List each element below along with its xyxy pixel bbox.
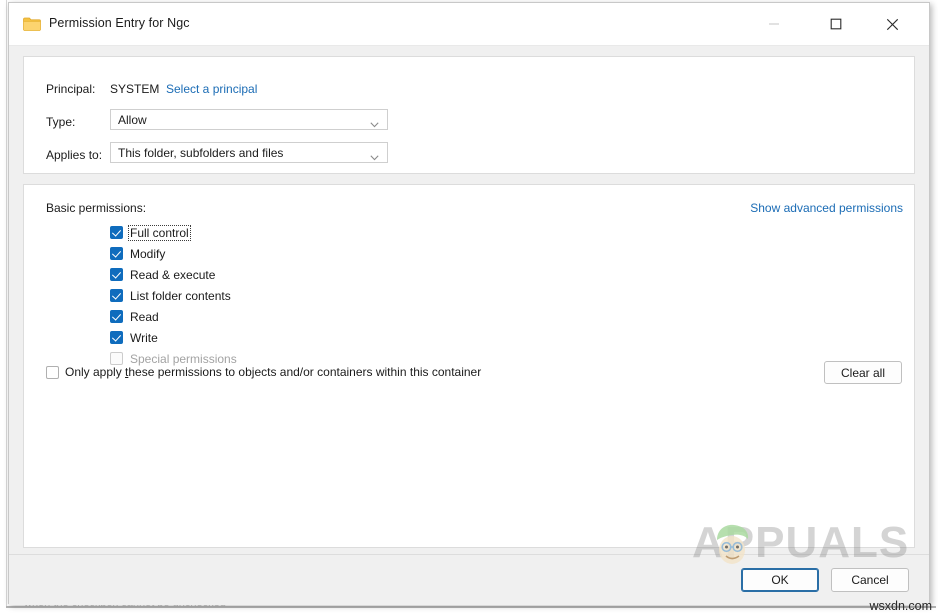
type-dropdown[interactable]: Allow <box>110 109 388 130</box>
applies-to-label: Applies to: <box>46 148 103 162</box>
permissions-list: Full control Modify Read & execute List fol… <box>110 222 238 369</box>
permission-checkbox[interactable] <box>110 289 123 302</box>
minimize-icon <box>769 23 779 25</box>
maximize-button[interactable] <box>813 3 859 45</box>
permission-row[interactable]: Write <box>110 327 238 348</box>
close-button[interactable] <box>869 3 915 45</box>
permission-row[interactable]: Full control <box>110 222 238 243</box>
permission-checkbox[interactable] <box>110 247 123 260</box>
permission-row[interactable]: List folder contents <box>110 285 238 306</box>
minimize-button[interactable] <box>751 3 797 45</box>
permission-label: List folder contents <box>130 288 231 303</box>
ok-button[interactable]: OK <box>741 568 819 592</box>
site-watermark: wsxdn.com <box>869 599 932 613</box>
only-apply-row[interactable]: Only apply these permissions to objects … <box>46 365 481 379</box>
dialog-body: Principal: SYSTEM Select a principal Typ… <box>9 46 929 554</box>
background-window-bottom-border <box>6 606 936 608</box>
permission-entry-dialog: Permission Entry for Ngc Principal: SYST… <box>8 2 930 605</box>
permission-checkbox <box>110 352 123 365</box>
permission-row[interactable]: Read <box>110 306 238 327</box>
principal-panel: Principal: SYSTEM Select a principal Typ… <box>23 56 915 174</box>
basic-permissions-label: Basic permissions: <box>46 201 147 215</box>
permission-checkbox[interactable] <box>110 226 123 239</box>
show-advanced-permissions-link[interactable]: Show advanced permissions <box>750 201 903 215</box>
permission-label: Special permissions <box>130 351 237 366</box>
chevron-down-icon <box>370 117 379 128</box>
applies-to-dropdown[interactable]: This folder, subfolders and files <box>110 142 388 163</box>
principal-value: SYSTEM <box>110 82 160 96</box>
principal-label: Principal: <box>46 82 96 96</box>
permission-checkbox[interactable] <box>110 268 123 281</box>
only-apply-label: Only apply these permissions to objects … <box>65 365 482 379</box>
permission-checkbox[interactable] <box>110 310 123 323</box>
permissions-panel: Basic permissions: Show advanced permiss… <box>23 184 915 548</box>
maximize-icon <box>830 18 842 30</box>
permission-row[interactable]: Read & execute <box>110 264 238 285</box>
only-apply-checkbox[interactable] <box>46 365 59 379</box>
window-title: Permission Entry for Ngc <box>49 16 190 30</box>
title-bar[interactable]: Permission Entry for Ngc <box>9 3 929 46</box>
select-a-principal-link[interactable]: Select a principal <box>166 82 257 96</box>
dialog-footer: OK Cancel <box>9 554 929 605</box>
cancel-button[interactable]: Cancel <box>831 568 909 592</box>
type-label: Type: <box>46 115 76 129</box>
permission-label: Full control <box>128 224 191 241</box>
applies-to-dropdown-value: This folder, subfolders and files <box>118 146 284 160</box>
permission-label: Modify <box>130 246 166 261</box>
clear-all-button[interactable]: Clear all <box>824 361 902 384</box>
permission-label: Write <box>130 330 158 345</box>
background-window-edge <box>6 0 7 606</box>
permission-label: Read & execute <box>130 267 216 282</box>
type-dropdown-value: Allow <box>118 113 147 127</box>
close-icon <box>886 18 898 30</box>
chevron-down-icon <box>370 150 379 161</box>
permission-row[interactable]: Modify <box>110 243 238 264</box>
permission-checkbox[interactable] <box>110 331 123 344</box>
folder-icon <box>23 17 41 31</box>
permission-label: Read <box>130 309 159 324</box>
